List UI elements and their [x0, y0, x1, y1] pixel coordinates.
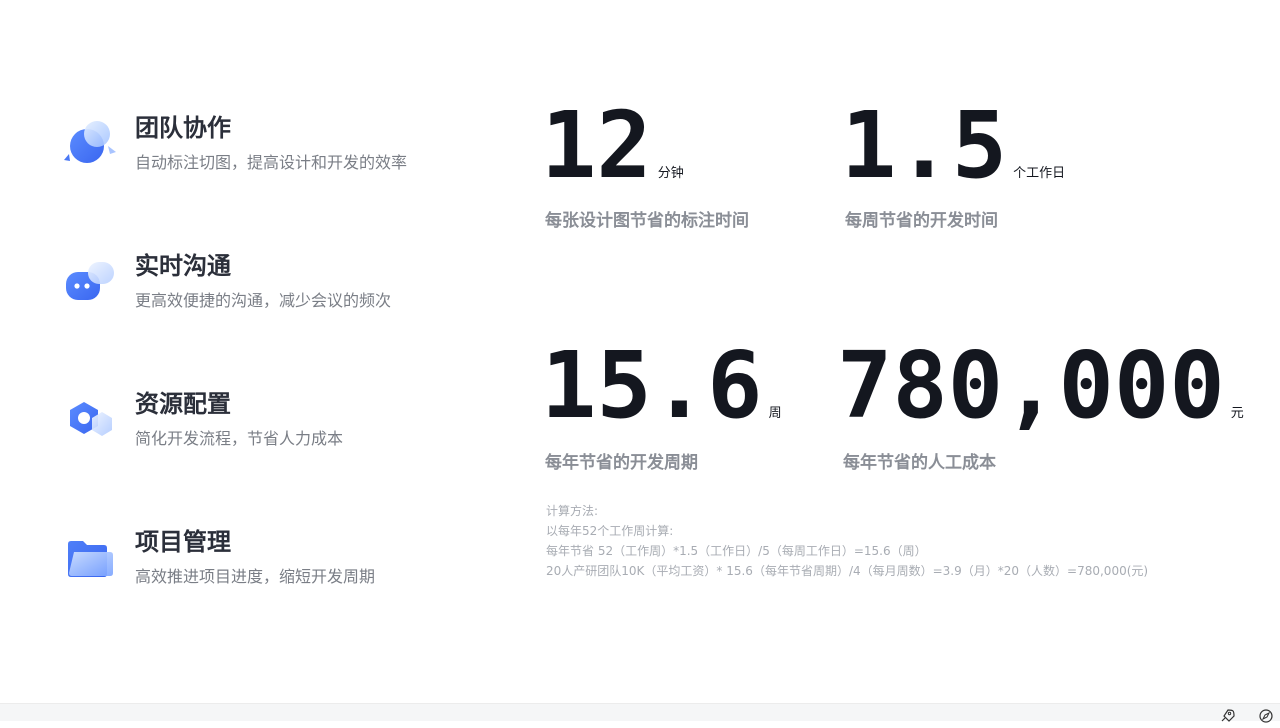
- feature-description: 简化开发流程，节省人力成本: [135, 429, 344, 448]
- stat-unit: 分钟: [657, 166, 684, 181]
- stat-labor-cost: 780,000 元 每年节省的人工成本: [837, 332, 1244, 474]
- stat-label: 每年节省的人工成本: [843, 453, 996, 473]
- stat-dev-cycle: 15.6 周 每年节省的开发周期: [541, 332, 782, 474]
- stat-unit: 个工作日: [1013, 166, 1066, 181]
- method-line: 每年节省 52（工作周）*1.5（工作日）/5（每周工作日）=15.6（周）: [546, 544, 927, 558]
- feature-resource-config: 资源配置 简化开发流程，节省人力成本: [62, 384, 462, 464]
- stat-dev-time: 1.5 个工作日 每周节省的开发时间: [841, 92, 1066, 232]
- feature-team-collab: 团队协作 自动标注切图，提高设计和开发的效率: [62, 108, 462, 188]
- stat-value: 12: [541, 92, 652, 199]
- feature-title: 项目管理: [135, 528, 231, 556]
- stat-value: 15.6: [541, 332, 763, 439]
- calculation-method: 计算方法: 以每年52个工作周计算: 每年节省 52（工作周）*1.5（工作日）…: [546, 501, 1148, 581]
- stat-annotation-time: 12 分钟 每张设计图节省的标注时间: [541, 92, 749, 232]
- team-collab-icon: [62, 116, 118, 172]
- stat-value: 780,000: [837, 332, 1225, 439]
- stat-label: 每年节省的开发周期: [545, 453, 698, 473]
- rocket-icon[interactable]: [1219, 708, 1235, 724]
- feature-realtime-chat: 实时沟通 更高效便捷的沟通，减少会议的频次: [62, 246, 462, 326]
- feature-title: 团队协作: [135, 114, 231, 142]
- stat-label: 每周节省的开发时间: [845, 211, 998, 231]
- stat-label: 每张设计图节省的标注时间: [545, 211, 749, 231]
- feature-description: 更高效便捷的沟通，减少会议的频次: [135, 291, 392, 310]
- method-line: 以每年52个工作周计算:: [546, 524, 674, 538]
- feature-title: 实时沟通: [135, 252, 231, 280]
- hexagon-resource-icon: [62, 392, 118, 448]
- feature-project-management: 项目管理 高效推进项目进度，缩短开发周期: [62, 522, 462, 602]
- feature-description: 高效推进项目进度，缩短开发周期: [135, 567, 376, 586]
- compass-icon[interactable]: [1258, 708, 1274, 724]
- bottom-bar: [0, 703, 1280, 724]
- stat-value: 1.5: [841, 92, 1008, 199]
- method-title: 计算方法:: [546, 504, 599, 518]
- stat-unit: 周: [768, 406, 782, 421]
- feature-title: 资源配置: [135, 390, 231, 418]
- feature-description: 自动标注切图，提高设计和开发的效率: [135, 153, 408, 172]
- method-line: 20人产研团队10K（平均工资）* 15.6（每年节省周期）/4（每月周数）=3…: [546, 564, 1149, 578]
- stat-unit: 元: [1230, 406, 1244, 421]
- chat-bubble-icon: [62, 254, 118, 310]
- folder-icon: [62, 530, 118, 586]
